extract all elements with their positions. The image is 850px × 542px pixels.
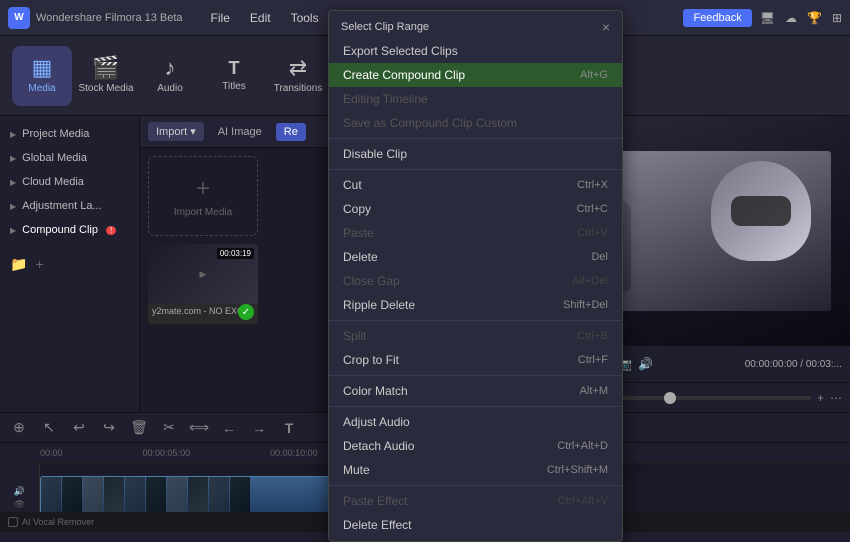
cm-item-create-compound[interactable]: Create Compound Clip Alt+G	[329, 63, 622, 87]
cm-label-color-match: Color Match	[343, 384, 408, 398]
cm-item-detach-audio[interactable]: Detach Audio Ctrl+Alt+D	[329, 434, 622, 458]
context-menu-title: Select Clip Range	[341, 21, 429, 33]
cm-item-crop-to-fit[interactable]: Crop to Fit Ctrl+F	[329, 348, 622, 372]
cm-shortcut-crop-to-fit: Ctrl+F	[578, 354, 608, 366]
cm-shortcut-create-compound: Alt+G	[580, 69, 608, 81]
context-menu-overlay: Select Clip Range × Export Selected Clip…	[0, 0, 850, 532]
cm-separator-1	[329, 138, 622, 139]
cm-item-mute[interactable]: Mute Ctrl+Shift+M	[329, 458, 622, 482]
cm-shortcut-color-match: Alt+M	[580, 385, 608, 397]
cm-label-create-compound: Create Compound Clip	[343, 68, 465, 82]
cm-label-close-gap: Close Gap	[343, 274, 400, 288]
cm-shortcut-close-gap: Alt+Del	[572, 275, 608, 287]
cm-item-paste-effect: Paste Effect Ctrl+Alt+V	[329, 489, 622, 513]
cm-shortcut-delete: Del	[591, 251, 608, 263]
cm-item-editing-timeline: Editing Timeline	[329, 87, 622, 111]
cm-label-split: Split	[343, 329, 366, 343]
cm-item-disable-clip[interactable]: Disable Clip	[329, 142, 622, 166]
cm-shortcut-paste: Ctrl+V	[577, 227, 608, 239]
cm-label-detach-audio: Detach Audio	[343, 439, 414, 453]
cm-label-ripple-delete: Ripple Delete	[343, 298, 415, 312]
cm-label-mute: Mute	[343, 463, 370, 477]
cm-separator-5	[329, 406, 622, 407]
context-menu-close-button[interactable]: ×	[602, 19, 610, 35]
cm-item-cut[interactable]: Cut Ctrl+X	[329, 173, 622, 197]
cm-shortcut-copy: Ctrl+C	[577, 203, 608, 215]
cm-shortcut-cut: Ctrl+X	[577, 179, 608, 191]
context-menu-header-row: Select Clip Range ×	[329, 15, 622, 39]
cm-label-copy: Copy	[343, 202, 371, 216]
cm-item-paste: Paste Ctrl+V	[329, 221, 622, 245]
cm-separator-3	[329, 320, 622, 321]
cm-label-crop-to-fit: Crop to Fit	[343, 353, 399, 367]
cm-label-paste-effect: Paste Effect	[343, 494, 407, 508]
cm-item-close-gap: Close Gap Alt+Del	[329, 269, 622, 293]
cm-item-ripple-delete[interactable]: Ripple Delete Shift+Del	[329, 293, 622, 317]
cm-item-save-compound-custom: Save as Compound Clip Custom	[329, 111, 622, 135]
cm-label-cut: Cut	[343, 178, 362, 192]
cm-label-export-selected: Export Selected Clips	[343, 44, 458, 58]
cm-label-delete: Delete	[343, 250, 378, 264]
context-menu: Select Clip Range × Export Selected Clip…	[328, 10, 623, 542]
cm-item-adjust-audio[interactable]: Adjust Audio	[329, 410, 622, 434]
cm-item-copy[interactable]: Copy Ctrl+C	[329, 197, 622, 221]
cm-label-paste: Paste	[343, 226, 374, 240]
cm-separator-6	[329, 485, 622, 486]
cm-label-delete-effect: Delete Effect	[343, 518, 411, 532]
cm-shortcut-detach-audio: Ctrl+Alt+D	[557, 440, 608, 452]
cm-label-save-compound-custom: Save as Compound Clip Custom	[343, 116, 517, 130]
cm-label-editing-timeline: Editing Timeline	[343, 92, 428, 106]
cm-shortcut-ripple-delete: Shift+Del	[563, 299, 608, 311]
cm-shortcut-mute: Ctrl+Shift+M	[547, 464, 608, 476]
cm-item-delete[interactable]: Delete Del	[329, 245, 622, 269]
cm-item-delete-effect[interactable]: Delete Effect	[329, 513, 622, 537]
cm-item-color-match[interactable]: Color Match Alt+M	[329, 379, 622, 403]
cm-separator-2	[329, 169, 622, 170]
cm-item-export-selected[interactable]: Export Selected Clips	[329, 39, 622, 63]
cm-label-disable-clip: Disable Clip	[343, 147, 407, 161]
cm-shortcut-split: Ctrl+B	[577, 330, 608, 342]
cm-item-split: Split Ctrl+B	[329, 324, 622, 348]
cm-separator-4	[329, 375, 622, 376]
cm-shortcut-paste-effect: Ctrl+Alt+V	[558, 495, 608, 507]
cm-label-adjust-audio: Adjust Audio	[343, 415, 410, 429]
